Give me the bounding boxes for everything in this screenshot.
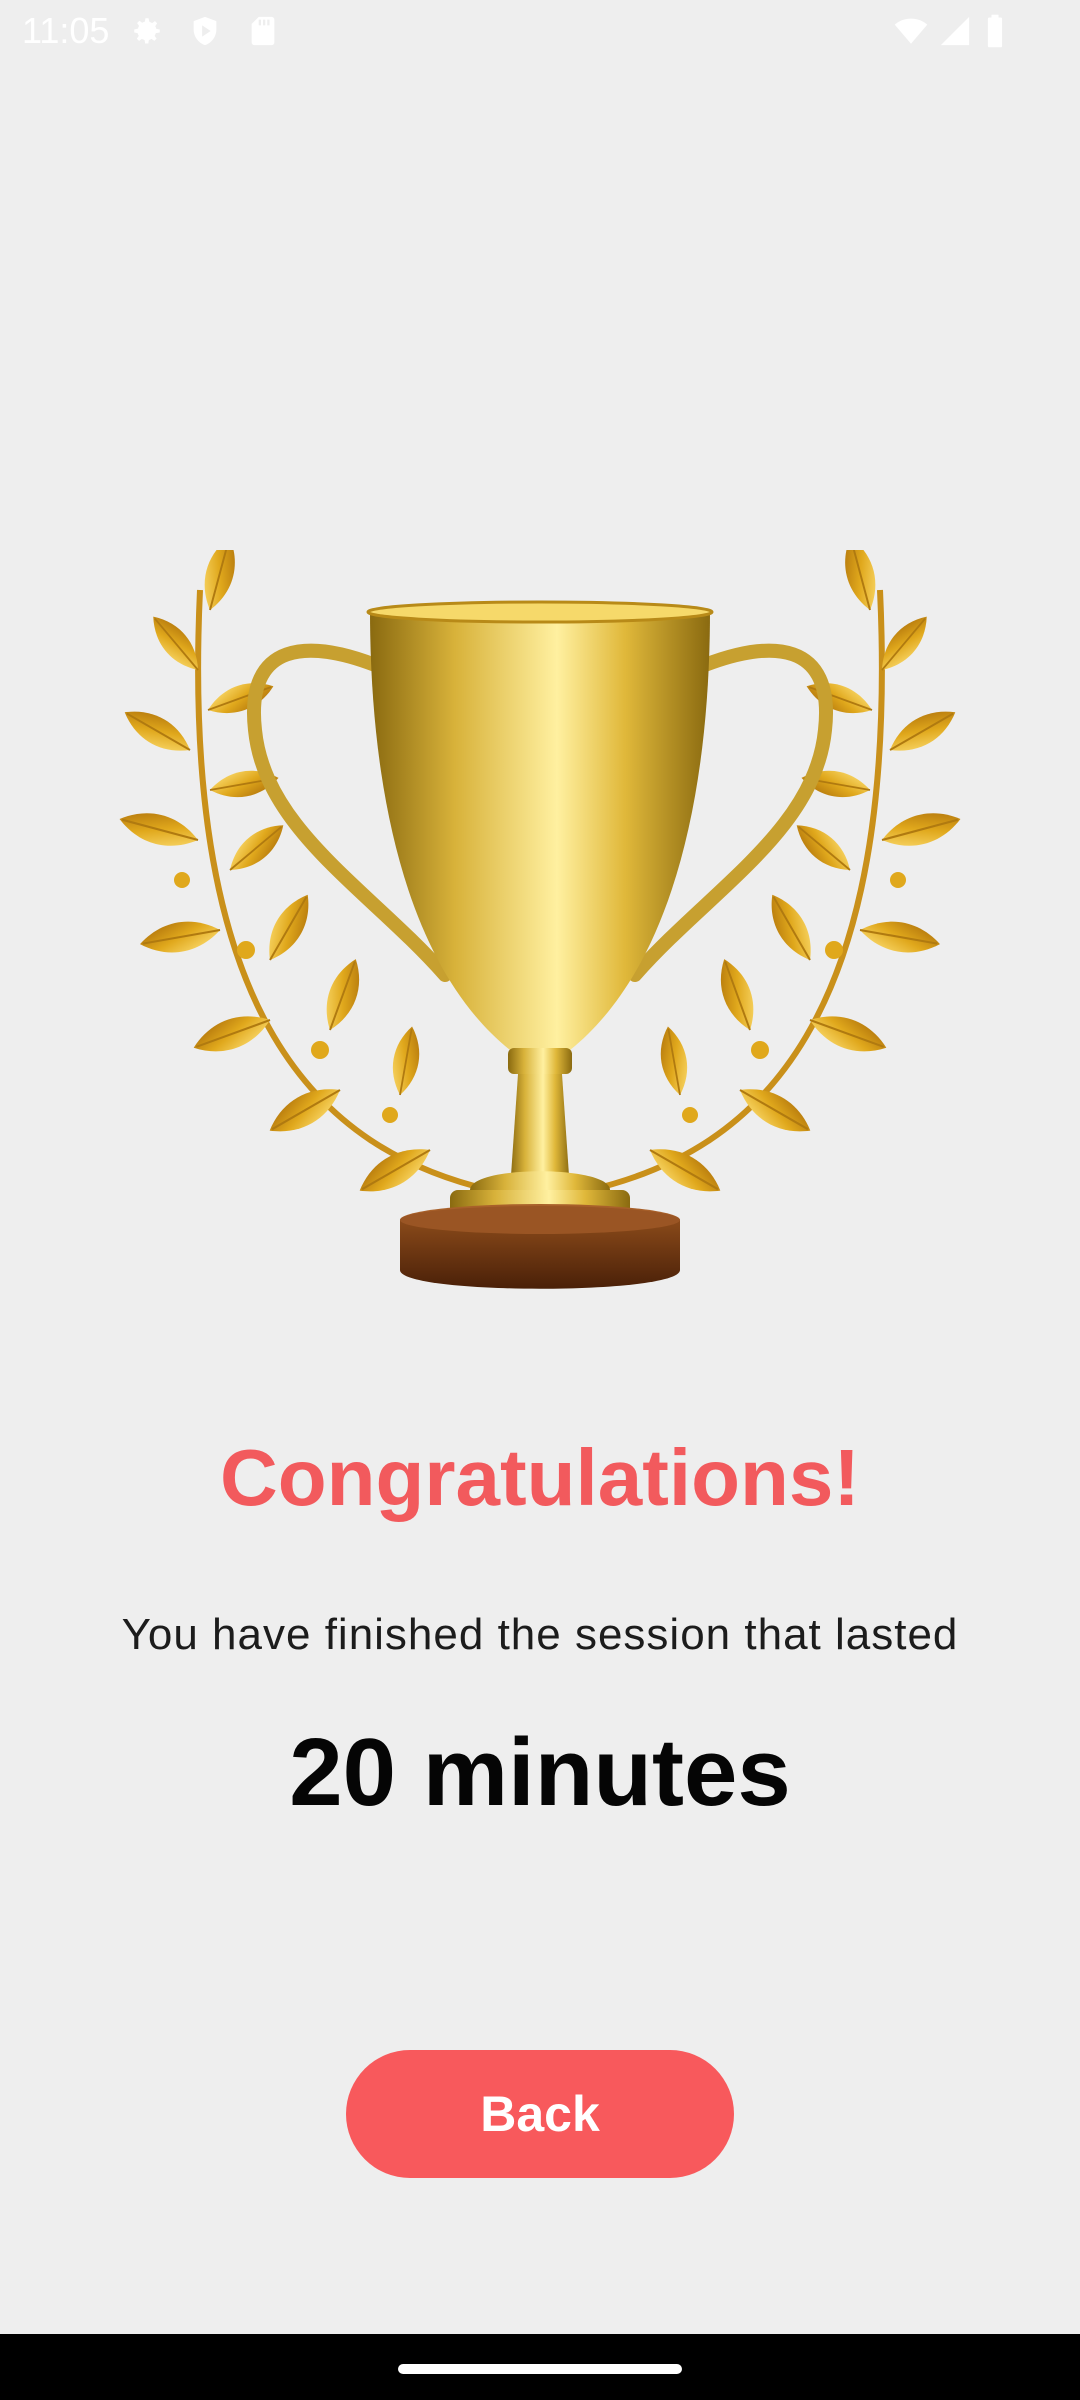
back-button[interactable]: Back [346,2050,734,2178]
congratulations-title: Congratulations! [220,1433,860,1522]
wifi-icon [894,18,928,44]
shield-play-icon [193,16,217,46]
status-time: 11:05 [22,10,110,51]
trophy-with-laurel-icon [114,550,966,1289]
cellular-signal-icon [940,16,970,46]
session-subtitle: You have finished the session that laste… [121,1610,959,1659]
status-bar: 11:05 [0,0,1080,62]
sd-card-icon [251,16,275,46]
gear-icon [134,18,160,44]
session-duration: 20 minutes [289,1719,791,1826]
navigation-bar [0,2334,1080,2400]
session-complete-screen: 11:05 Congratulations! You have finished… [0,0,1080,2400]
home-gesture-handle[interactable] [398,2364,682,2374]
battery-icon [987,14,1003,48]
